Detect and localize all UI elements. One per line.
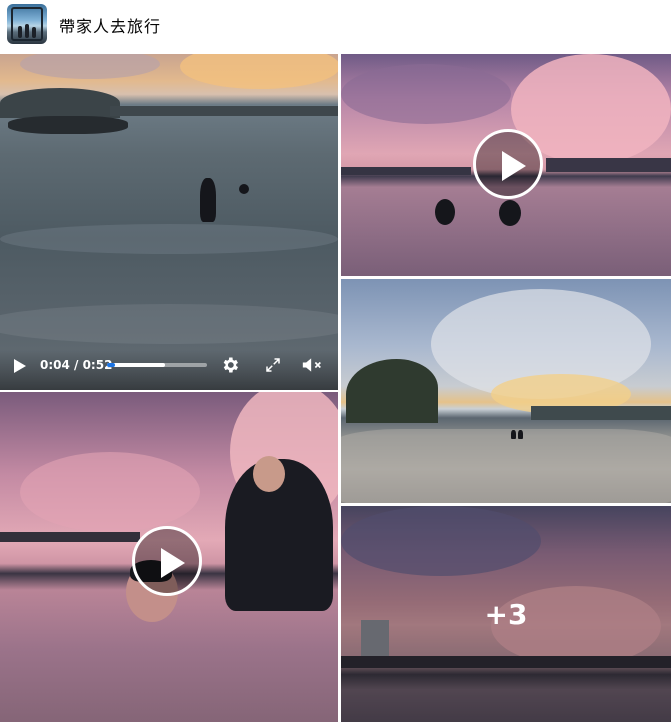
sky-cloud: [20, 54, 160, 79]
breakwater: [341, 167, 471, 175]
green-islet: [346, 359, 438, 423]
wave-highlight: [0, 224, 338, 254]
sunset-cloud: [180, 54, 338, 89]
media-tile-video-playing[interactable]: 0:04 / 0:52: [0, 54, 338, 390]
media-tile-more[interactable]: +3: [341, 506, 671, 722]
shore-rocks: [8, 116, 128, 134]
swimmer-head: [239, 184, 249, 194]
progress-buffered: [107, 363, 165, 367]
swimmer-head: [499, 200, 521, 226]
avatar-figure: [18, 26, 22, 38]
volume-muted-icon[interactable]: [300, 355, 324, 375]
play-icon: [161, 548, 185, 578]
video-time-display: 0:04 / 0:52: [40, 358, 113, 372]
avatar-figure: [32, 27, 36, 38]
page-name-link[interactable]: 帶家人去旅行: [59, 13, 161, 37]
media-tile-photo[interactable]: [341, 279, 671, 503]
swimmer-face: [253, 456, 285, 492]
breakwater: [0, 532, 140, 542]
play-button[interactable]: [473, 129, 543, 199]
pebble-beach: [341, 429, 671, 503]
headland: [0, 88, 120, 118]
far-shore: [531, 406, 671, 420]
more-photos-count: +3: [484, 597, 528, 631]
media-tile-video[interactable]: [0, 392, 338, 722]
beach-figure: [511, 430, 516, 439]
beach-figure: [518, 430, 523, 439]
avatar-figure: [25, 24, 29, 38]
video-controls-bar: 0:04 / 0:52: [0, 350, 338, 390]
wave-highlight: [0, 304, 338, 344]
breakwater: [110, 106, 338, 116]
fullscreen-icon[interactable]: [264, 356, 282, 374]
sky-cloud: [20, 452, 200, 532]
gear-icon[interactable]: [220, 355, 240, 375]
video-progress-bar[interactable]: [107, 363, 207, 367]
media-tile-video[interactable]: [341, 54, 671, 276]
play-button[interactable]: [132, 526, 202, 596]
post-header: 帶家人去旅行: [0, 0, 671, 50]
breakwater: [546, 158, 671, 172]
play-icon[interactable]: [14, 359, 26, 373]
progress-played: [107, 363, 115, 367]
play-icon: [502, 151, 526, 181]
swimmer-figure: [200, 178, 216, 222]
swimmer-head: [435, 199, 455, 225]
page-avatar[interactable]: [7, 4, 47, 44]
sky-cloud: [341, 64, 511, 124]
